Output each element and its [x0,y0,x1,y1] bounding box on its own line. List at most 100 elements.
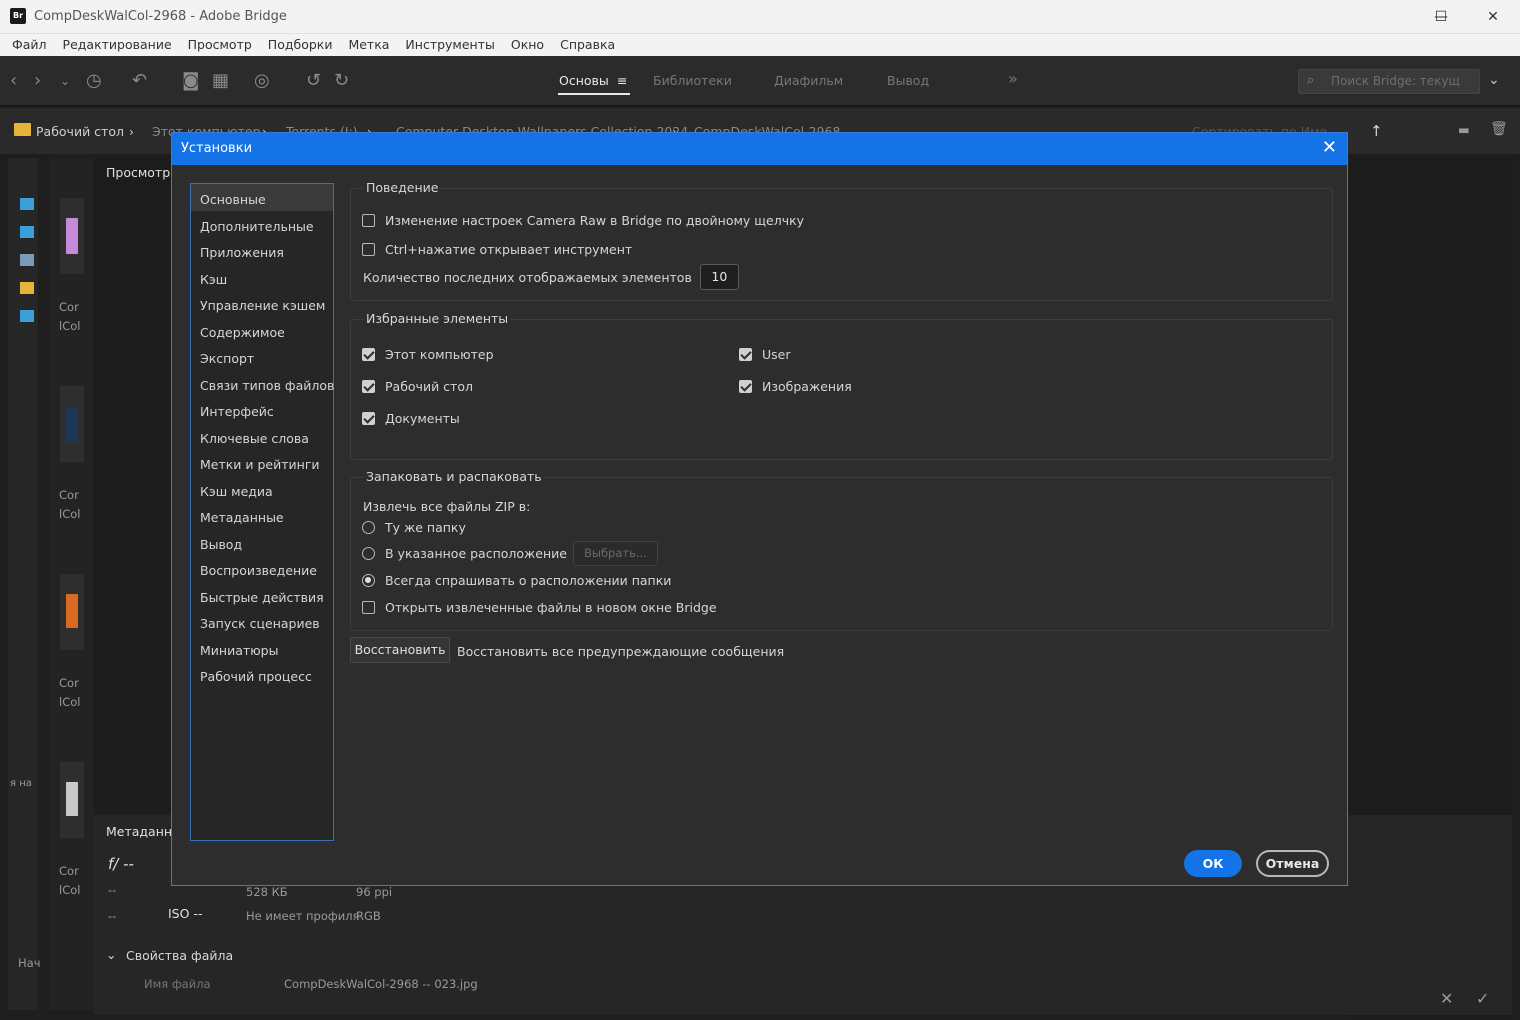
drive-icon[interactable] [20,254,34,266]
menu-label[interactable]: Метка [340,34,397,56]
nav-interface[interactable]: Интерфейс [191,396,333,423]
nav-applications[interactable]: Приложения [191,237,333,264]
cancel-button[interactable]: Отмена [1256,850,1329,877]
nav-advanced[interactable]: Дополнительные [191,211,333,238]
favorite-user-checkbox[interactable]: User [739,347,791,362]
nav-media-cache[interactable]: Кэш медиа [191,476,333,503]
radio-selected-icon[interactable] [362,574,375,587]
nav-output[interactable]: Вывод [191,529,333,556]
menu-file[interactable]: Файл [4,34,55,56]
thumbnail-label: Cor [59,864,79,878]
checkbox-checked-icon[interactable] [739,348,752,361]
nav-cache[interactable]: Кэш [191,264,333,291]
desktop-icon[interactable] [20,198,34,210]
breadcrumb-separator-icon: › [129,124,134,139]
preferences-dialog: Установки ✕ Основные Дополнительные Прил… [171,132,1348,886]
search-input[interactable]: Поиск Bridge: текущ [1298,69,1480,94]
images-icon[interactable] [20,310,34,322]
rotate-right-icon[interactable]: ↻ [334,70,349,91]
nav-keywords[interactable]: Ключевые слова [191,423,333,450]
nav-quick-actions[interactable]: Быстрые действия [191,582,333,609]
preview-tab[interactable]: Просмотр [106,165,170,180]
tab-output[interactable]: Вывод [887,73,929,88]
checkbox-icon[interactable] [362,601,375,614]
nav-metadata[interactable]: Метаданные [191,502,333,529]
radio-icon[interactable] [362,547,375,560]
favorite-images-checkbox[interactable]: Изображения [739,379,852,394]
back-icon[interactable]: ‹ [10,70,17,91]
nav-export[interactable]: Экспорт [191,343,333,370]
radio-icon[interactable] [362,521,375,534]
tab-filmstrip[interactable]: Диафильм [774,73,843,88]
checkbox-icon[interactable] [362,214,375,227]
nav-thumbnails[interactable]: Миниатюры [191,635,333,662]
refine-icon[interactable]: ▦ [212,70,229,91]
cancel-icon[interactable]: ✕ [1440,989,1453,1008]
favorite-desktop-checkbox[interactable]: Рабочий стол [362,379,473,394]
extract-label: Извлечь все файлы ZIP в: [363,499,531,514]
chevron-down-icon[interactable]: ⌄ [60,74,70,88]
checkbox-icon[interactable] [362,243,375,256]
camera-icon[interactable]: ◙ [182,70,199,91]
nav-workflow[interactable]: Рабочий процесс [191,661,333,688]
sort-direction-icon[interactable]: ↑ [1370,122,1383,140]
always-ask-radio[interactable]: Всегда спрашивать о расположении папки [362,573,671,588]
tab-libraries[interactable]: Библиотеки [653,73,732,88]
checkbox-checked-icon[interactable] [362,348,375,361]
menu-tools[interactable]: Инструменты [397,34,502,56]
menu-edit[interactable]: Редактирование [55,34,180,56]
menu-stacks[interactable]: Подборки [260,34,341,56]
favorite-documents-checkbox[interactable]: Документы [362,411,460,426]
same-folder-radio[interactable]: Ту же папку [362,520,466,535]
thumbnail[interactable] [60,386,84,462]
forward-icon[interactable]: › [34,70,41,91]
choose-button[interactable]: Выбрать... [572,541,658,566]
open-new-window-checkbox[interactable]: Открыть извлеченные файлы в новом окне B… [362,600,717,615]
camera-raw-checkbox[interactable]: Изменение настроек Camera Raw в Bridge п… [362,213,804,228]
favorite-label: User [762,347,791,362]
breadcrumb-desktop[interactable]: Рабочий стол [36,124,124,139]
nav-labels-ratings[interactable]: Метки и рейтинги [191,449,333,476]
nav-playback[interactable]: Воспроизведение [191,555,333,582]
thumbnail[interactable] [60,198,84,274]
more-workspaces-icon[interactable]: » [1008,69,1018,88]
same-folder-label: Ту же папку [385,520,466,535]
file-properties-header[interactable]: Свойства файла [126,948,233,963]
trash-icon[interactable]: 🗑 [1490,121,1508,137]
close-window-button[interactable]: ✕ [1470,5,1516,29]
menu-view[interactable]: Просмотр [180,34,260,56]
nav-file-type-associations[interactable]: Связи типов файлов [191,370,334,397]
checkbox-checked-icon[interactable] [362,380,375,393]
recent-files-icon[interactable]: ◷ [86,70,102,91]
workspace-menu-icon[interactable]: ≡ [617,73,627,88]
checkbox-checked-icon[interactable] [739,380,752,393]
recent-items-input[interactable]: 10 [699,264,739,290]
nav-content[interactable]: Содержимое [191,317,333,344]
menu-help[interactable]: Справка [552,34,623,56]
menu-window[interactable]: Окно [503,34,552,56]
checkbox-checked-icon[interactable] [362,412,375,425]
close-icon[interactable]: ✕ [1322,137,1337,158]
thumbnail[interactable] [60,574,84,650]
folder-icon[interactable] [20,282,34,294]
chevron-down-icon[interactable]: ⌄ [106,947,116,962]
rotate-left-icon[interactable]: ↺ [306,70,321,91]
ctrl-click-checkbox[interactable]: Ctrl+нажатие открывает инструмент [362,242,632,257]
open-in-camera-raw-icon[interactable]: ◎ [254,70,270,91]
apply-icon[interactable]: ✓ [1476,989,1489,1008]
restore-button[interactable]: Восстановить [350,637,450,663]
maximize-button[interactable]: ☐ [1418,5,1464,29]
return-icon[interactable]: ↶ [132,70,147,91]
nav-general[interactable]: Основные [191,184,333,211]
nav-cache-management[interactable]: Управление кэшем [191,290,333,317]
nav-startup-scripts[interactable]: Запуск сценариев [191,608,333,635]
tab-essentials[interactable]: Основы [559,73,609,88]
favorite-this-pc-checkbox[interactable]: Этот компьютер [362,347,494,362]
new-folder-icon[interactable]: ▬ [1458,122,1470,137]
favorite-label: Рабочий стол [385,379,473,394]
thumbnail[interactable] [60,762,84,838]
ok-button[interactable]: ОК [1184,850,1242,877]
chevron-down-icon[interactable]: ⌄ [1488,72,1500,88]
pc-icon[interactable] [20,226,34,238]
specified-location-radio[interactable]: В указанное расположение Выбрать... [362,541,658,566]
